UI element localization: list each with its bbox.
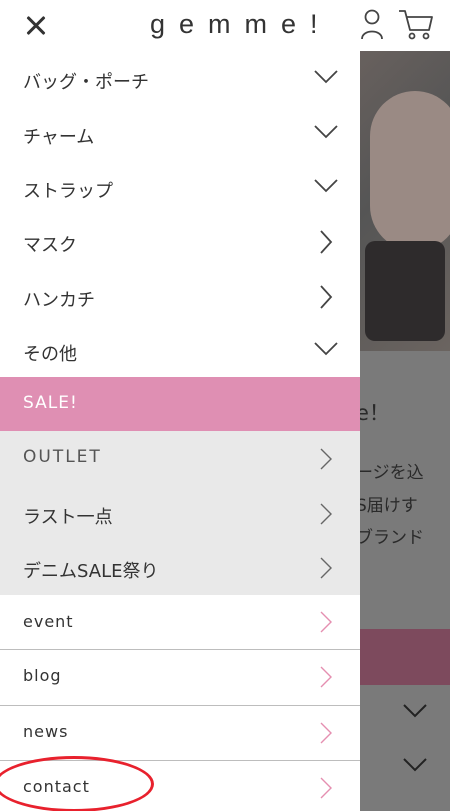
menu-item-outlet[interactable]: OUTLET bbox=[0, 431, 360, 486]
menu-item-denim-sale[interactable]: デニムSALE祭り bbox=[0, 540, 360, 595]
chevron-down-icon bbox=[403, 704, 427, 718]
menu-item-bags[interactable]: バッグ・ポーチ bbox=[0, 51, 360, 106]
menu-item-contact[interactable]: contact bbox=[0, 761, 360, 811]
menu-item-other[interactable]: その他 bbox=[0, 323, 360, 377]
cart-icon[interactable] bbox=[398, 8, 434, 42]
chevron-right-icon bbox=[320, 448, 332, 470]
menu-item-charm[interactable]: チャーム bbox=[0, 106, 360, 160]
chevron-right-icon bbox=[320, 777, 332, 799]
chevron-down-icon bbox=[314, 342, 338, 356]
menu-item-handkerchief[interactable]: ハンカチ bbox=[0, 269, 360, 323]
menu-item-label: デニムSALE祭り bbox=[23, 561, 159, 582]
menu-item-label: ラスト一点 bbox=[23, 507, 113, 528]
chevron-right-icon bbox=[320, 503, 332, 525]
chevron-right-icon bbox=[320, 557, 332, 579]
menu-item-label: バッグ・ポーチ bbox=[23, 72, 149, 93]
user-icon[interactable] bbox=[360, 8, 384, 40]
menu-item-label: contact bbox=[23, 777, 90, 796]
menu-item-blog[interactable]: blog bbox=[0, 650, 360, 705]
menu-item-mask[interactable]: マスク bbox=[0, 214, 360, 269]
hero-mask bbox=[365, 241, 445, 341]
menu-item-label: OUTLET bbox=[23, 447, 102, 467]
bg-text-line: e！ bbox=[356, 401, 390, 425]
menu-item-strap[interactable]: ストラップ bbox=[0, 160, 360, 214]
hero-model bbox=[370, 91, 450, 251]
menu-item-news[interactable]: news bbox=[0, 706, 360, 760]
bg-text-line: ブランド bbox=[356, 528, 424, 548]
logo[interactable]: gemme! bbox=[150, 9, 332, 40]
chevron-right-icon bbox=[320, 230, 333, 254]
chevron-down-icon bbox=[314, 70, 338, 84]
chevron-right-icon bbox=[320, 666, 332, 688]
bg-text-line: ージを込 bbox=[356, 463, 424, 483]
menu-item-sale[interactable]: SALE! bbox=[0, 377, 360, 431]
menu-item-label: その他 bbox=[23, 344, 77, 365]
chevron-down-icon bbox=[403, 758, 427, 772]
menu-item-event[interactable]: event bbox=[0, 595, 360, 649]
menu-item-label: blog bbox=[23, 666, 62, 685]
menu-item-label: ストラップ bbox=[23, 181, 113, 202]
menu-item-label: チャーム bbox=[23, 127, 95, 148]
header: gemme! bbox=[0, 0, 450, 51]
bg-text-line: S届けす bbox=[356, 496, 418, 516]
chevron-right-icon bbox=[320, 722, 332, 744]
menu-item-label: event bbox=[23, 612, 74, 631]
close-icon[interactable] bbox=[20, 10, 52, 42]
chevron-down-icon bbox=[314, 179, 338, 193]
menu-item-label: マスク bbox=[23, 235, 77, 256]
menu-item-last-one[interactable]: ラスト一点 bbox=[0, 486, 360, 540]
chevron-right-icon bbox=[320, 611, 332, 633]
chevron-down-icon bbox=[314, 125, 338, 139]
chevron-right-icon bbox=[320, 285, 333, 309]
menu-item-label: SALE! bbox=[23, 393, 78, 413]
menu-item-label: ハンカチ bbox=[23, 290, 95, 311]
nav-drawer: バッグ・ポーチ チャーム ストラップ マスク ハンカチ その他 SALE! OU… bbox=[0, 51, 360, 811]
menu-item-label: news bbox=[23, 722, 69, 741]
